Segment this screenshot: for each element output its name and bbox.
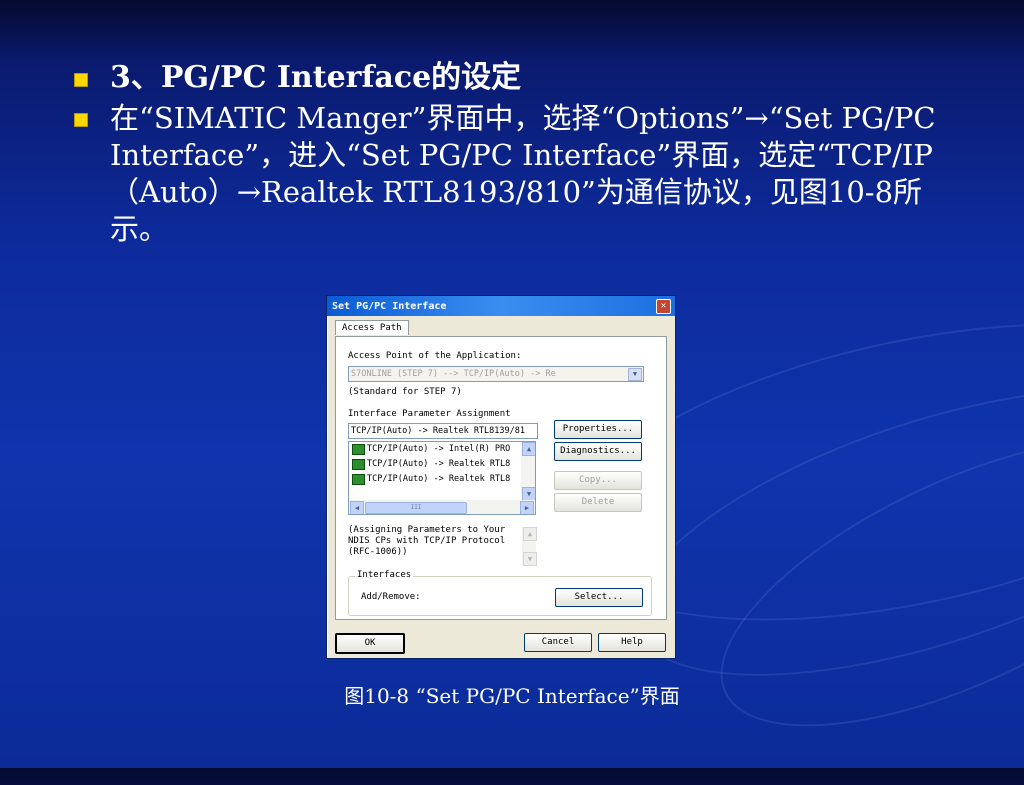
bullet-item: 在“SIMATIC Manger”界面中，选择“Options”→“Set PG…: [70, 100, 950, 248]
network-card-icon: [352, 444, 365, 455]
ok-button[interactable]: OK: [335, 633, 405, 654]
access-point-value: S7ONLINE (STEP 7) --> TCP/IP(Auto) -> Re: [351, 369, 556, 379]
copy-button[interactable]: Copy...: [554, 471, 642, 490]
list-item-label: TCP/IP(Auto) -> Realtek RTL8: [367, 459, 511, 469]
scroll-down-icon[interactable]: ▼: [523, 552, 537, 566]
interfaces-group-title: Interfaces: [355, 570, 414, 580]
access-point-select[interactable]: S7ONLINE (STEP 7) --> TCP/IP(Auto) -> Re…: [348, 366, 644, 382]
vertical-scrollbar[interactable]: ▲ ▼: [521, 442, 535, 501]
scroll-thumb[interactable]: III: [365, 502, 467, 514]
scroll-right-icon[interactable]: ▶: [520, 501, 534, 514]
slide-body: 3、PG/PC Interface的设定 在“SIMATIC Manger”界面…: [70, 58, 950, 250]
bullet-square-icon: [74, 113, 88, 127]
interface-param-value: TCP/IP(Auto) -> Realtek RTL8139/81: [351, 426, 525, 436]
help-button[interactable]: Help: [598, 633, 666, 652]
cancel-button[interactable]: Cancel: [524, 633, 592, 652]
close-icon[interactable]: ✕: [656, 298, 671, 314]
interface-list[interactable]: TCP/IP(Auto) -> Intel(R) PRO TCP/IP(Auto…: [348, 441, 536, 515]
interface-param-label: Interface Parameter Assignment: [348, 409, 511, 419]
bullet-text: 在“SIMATIC Manger”界面中，选择“Options”→“Set PG…: [110, 101, 936, 246]
list-item[interactable]: TCP/IP(Auto) -> Realtek RTL8: [349, 457, 535, 472]
network-card-icon: [352, 459, 365, 470]
list-item-label: TCP/IP(Auto) -> Realtek RTL8: [367, 474, 511, 484]
tab-access-path[interactable]: Access Path: [335, 320, 409, 335]
diagnostics-button[interactable]: Diagnostics...: [554, 442, 642, 461]
select-button[interactable]: Select...: [555, 588, 643, 607]
bullet-square-icon: [74, 73, 88, 87]
dialog-titlebar: Set PG/PC Interface ✕: [327, 296, 675, 316]
interfaces-group: Interfaces Add/Remove: Select...: [348, 570, 652, 616]
dialog-title: Set PG/PC Interface: [332, 300, 447, 312]
bullet-item: 3、PG/PC Interface的设定: [70, 58, 950, 98]
scroll-up-icon[interactable]: ▲: [523, 527, 537, 541]
access-point-label: Access Point of the Application:: [348, 351, 522, 361]
scroll-left-icon[interactable]: ◀: [350, 501, 364, 514]
description-text: (Assigning Parameters to Your NDIS CPs w…: [348, 525, 506, 557]
scroll-down-icon[interactable]: ▼: [522, 487, 535, 501]
delete-button[interactable]: Delete: [554, 493, 642, 512]
list-item[interactable]: TCP/IP(Auto) -> Intel(R) PRO: [349, 442, 535, 457]
list-item[interactable]: TCP/IP(Auto) -> Realtek RTL8: [349, 472, 535, 487]
interface-param-field[interactable]: TCP/IP(Auto) -> Realtek RTL8139/81: [348, 423, 538, 439]
access-point-note: (Standard for STEP 7): [348, 387, 462, 397]
properties-button[interactable]: Properties...: [554, 420, 642, 439]
bullet-text: 3、PG/PC Interface的设定: [110, 60, 522, 95]
horizontal-scrollbar[interactable]: ◀ III ▶: [349, 500, 535, 514]
network-card-icon: [352, 474, 365, 485]
access-path-panel: Access Point of the Application: S7ONLIN…: [335, 336, 667, 620]
add-remove-label: Add/Remove:: [361, 592, 421, 602]
background-swirl: [681, 378, 1024, 785]
scroll-up-icon[interactable]: ▲: [522, 442, 535, 456]
list-item-label: TCP/IP(Auto) -> Intel(R) PRO: [367, 444, 511, 454]
set-pg-pc-interface-dialog: Set PG/PC Interface ✕ Access Path Access…: [326, 295, 676, 659]
description-scrollbar[interactable]: ▲ ▼: [522, 527, 537, 566]
figure-caption: 图10-8 “Set PG/PC Interface”界面: [344, 684, 680, 708]
chevron-down-icon[interactable]: ▼: [628, 368, 642, 381]
